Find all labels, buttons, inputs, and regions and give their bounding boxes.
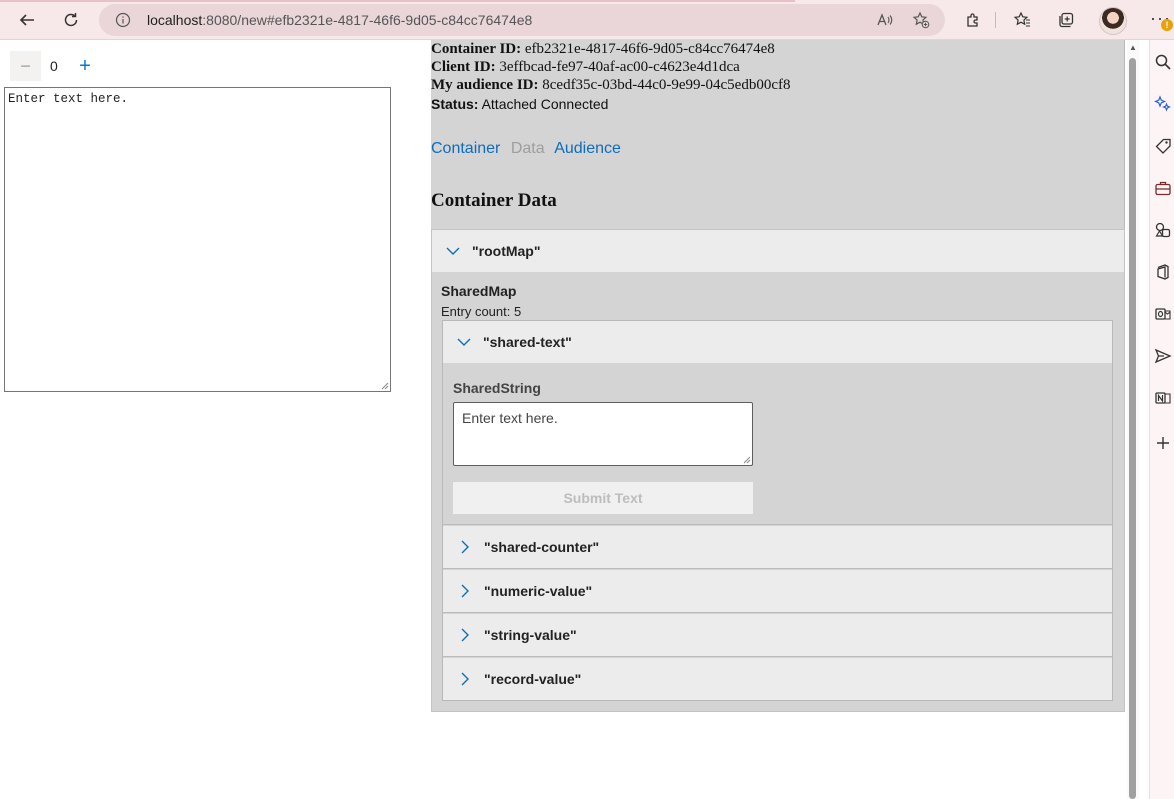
tab-audience[interactable]: Audience <box>554 140 621 157</box>
audience-id-value: 8cedf35c-03bd-44c0-9e99-04c5edb00cf8 <box>542 77 791 93</box>
entry-key: "numeric-value" <box>484 583 593 599</box>
entry-key: "record-value" <box>484 671 582 687</box>
extensions-button[interactable] <box>958 5 988 35</box>
decrement-button[interactable]: − <box>10 51 41 81</box>
debugger-panel: Container ID: efb2321e-4817-46f6-9d05-c8… <box>431 40 1125 712</box>
entry-key: "shared-text" <box>483 334 572 350</box>
root-map-key: "rootMap" <box>472 243 541 259</box>
entry-string-value-header[interactable]: "string-value" <box>443 614 1112 656</box>
entry-record-value-header[interactable]: "record-value" <box>443 658 1112 700</box>
entry-divider <box>442 524 1113 525</box>
audience-id-label: My audience ID: <box>431 77 539 93</box>
url-text[interactable]: localhost:8080/new#efb2321e-4817-46f6-9d… <box>147 12 532 28</box>
chevron-right-icon <box>458 672 472 686</box>
root-map-header[interactable]: "rootMap" <box>432 230 1124 272</box>
tab-strip-accent <box>0 0 795 2</box>
notification-badge: ! <box>1161 19 1173 31</box>
client-id-label: Client ID: <box>431 59 496 75</box>
scroll-up-arrow-icon[interactable]: ▲ <box>1127 42 1139 54</box>
debugger-tabs: Container Data Audience <box>431 140 627 158</box>
collaborative-text-content: Enter text here. <box>8 92 129 106</box>
entry-shared-text-header[interactable]: "shared-text" <box>443 321 1112 363</box>
shared-string-value: Enter text here. <box>462 410 558 426</box>
resize-grip-icon[interactable] <box>743 456 751 464</box>
shared-string-textarea[interactable]: Enter text here. <box>453 402 753 466</box>
entry-divider <box>442 656 1113 657</box>
chevron-down-icon <box>446 244 460 258</box>
shared-string-type: SharedString <box>453 380 541 396</box>
chevron-down-icon <box>457 335 471 349</box>
client-id-value: 3effbcad-fe97-40af-ac00-c4623e4d1dca <box>499 59 740 75</box>
url-host: localhost <box>147 12 203 28</box>
container-id-row: Container ID: efb2321e-4817-46f6-9d05-c8… <box>431 41 775 58</box>
resize-grip-icon[interactable] <box>381 382 389 390</box>
back-button[interactable] <box>12 5 42 35</box>
url-path: :8080/new#efb2321e-4817-46f6-9d05-c84cc7… <box>202 12 533 28</box>
games-icon[interactable] <box>1153 220 1173 240</box>
favorites-button[interactable] <box>1007 5 1037 35</box>
root-map-entry-count: Entry count: 5 <box>441 304 522 319</box>
tab-data[interactable]: Data <box>511 140 545 157</box>
profile-avatar[interactable] <box>1099 7 1127 35</box>
toolbar-divider <box>995 12 996 28</box>
entry-divider <box>442 568 1113 569</box>
chevron-right-icon <box>458 628 472 642</box>
office-icon[interactable] <box>1153 262 1173 282</box>
read-aloud-icon[interactable] <box>876 11 894 29</box>
entry-shared-counter-header[interactable]: "shared-counter" <box>443 526 1112 568</box>
entry-divider <box>442 612 1113 613</box>
entry-numeric-value-header[interactable]: "numeric-value" <box>443 570 1112 612</box>
onenote-icon[interactable] <box>1153 388 1173 408</box>
send-icon[interactable] <box>1153 346 1173 366</box>
refresh-icon <box>64 13 78 27</box>
audience-id-row: My audience ID: 8cedf35c-03bd-44c0-9e99-… <box>431 77 790 94</box>
counter-value: 0 <box>50 58 58 74</box>
search-icon[interactable] <box>1153 52 1173 72</box>
add-favorite-icon[interactable] <box>912 11 930 29</box>
chevron-right-icon <box>458 584 472 598</box>
arrow-left-icon <box>19 14 34 26</box>
collections-icon <box>1059 12 1074 28</box>
entry-key: "shared-counter" <box>484 539 600 555</box>
page-title: Container Data <box>431 190 557 211</box>
page-scrollbar-thumb[interactable] <box>1129 58 1136 799</box>
client-id-row: Client ID: 3effbcad-fe97-40af-ac00-c4623… <box>431 59 740 76</box>
edge-sidebar <box>1149 40 1174 799</box>
add-sidebar-app-icon[interactable] <box>1153 433 1173 453</box>
chevron-right-icon <box>458 540 472 554</box>
copilot-sparkle-icon[interactable] <box>1153 94 1173 114</box>
root-map-type: SharedMap <box>441 283 517 299</box>
tab-container[interactable]: Container <box>431 140 500 157</box>
status-label: Status: <box>431 96 479 112</box>
outlook-icon[interactable] <box>1153 304 1173 324</box>
favorites-star-icon <box>1013 11 1030 27</box>
collaborative-text-area[interactable]: Enter text here. <box>4 87 391 392</box>
puzzle-icon <box>967 13 978 27</box>
site-info-icon[interactable] <box>115 12 131 28</box>
increment-button[interactable]: + <box>74 54 96 78</box>
status-row: Status: Attached Connected <box>431 96 608 112</box>
browser-toolbar: localhost:8080/new#efb2321e-4817-46f6-9d… <box>0 0 1174 40</box>
address-bar[interactable]: localhost:8080/new#efb2321e-4817-46f6-9d… <box>99 4 945 36</box>
entry-key: "string-value" <box>484 627 577 643</box>
status-value: Attached Connected <box>481 96 609 112</box>
container-id-value: efb2321e-4817-46f6-9d05-c84cc76474e8 <box>524 41 775 57</box>
collections-button[interactable] <box>1051 5 1081 35</box>
briefcase-icon[interactable] <box>1153 178 1173 198</box>
tag-icon[interactable] <box>1153 136 1173 156</box>
refresh-button[interactable] <box>56 5 86 35</box>
container-id-label: Container ID: <box>431 41 522 57</box>
submit-text-button[interactable]: Submit Text <box>453 482 753 514</box>
